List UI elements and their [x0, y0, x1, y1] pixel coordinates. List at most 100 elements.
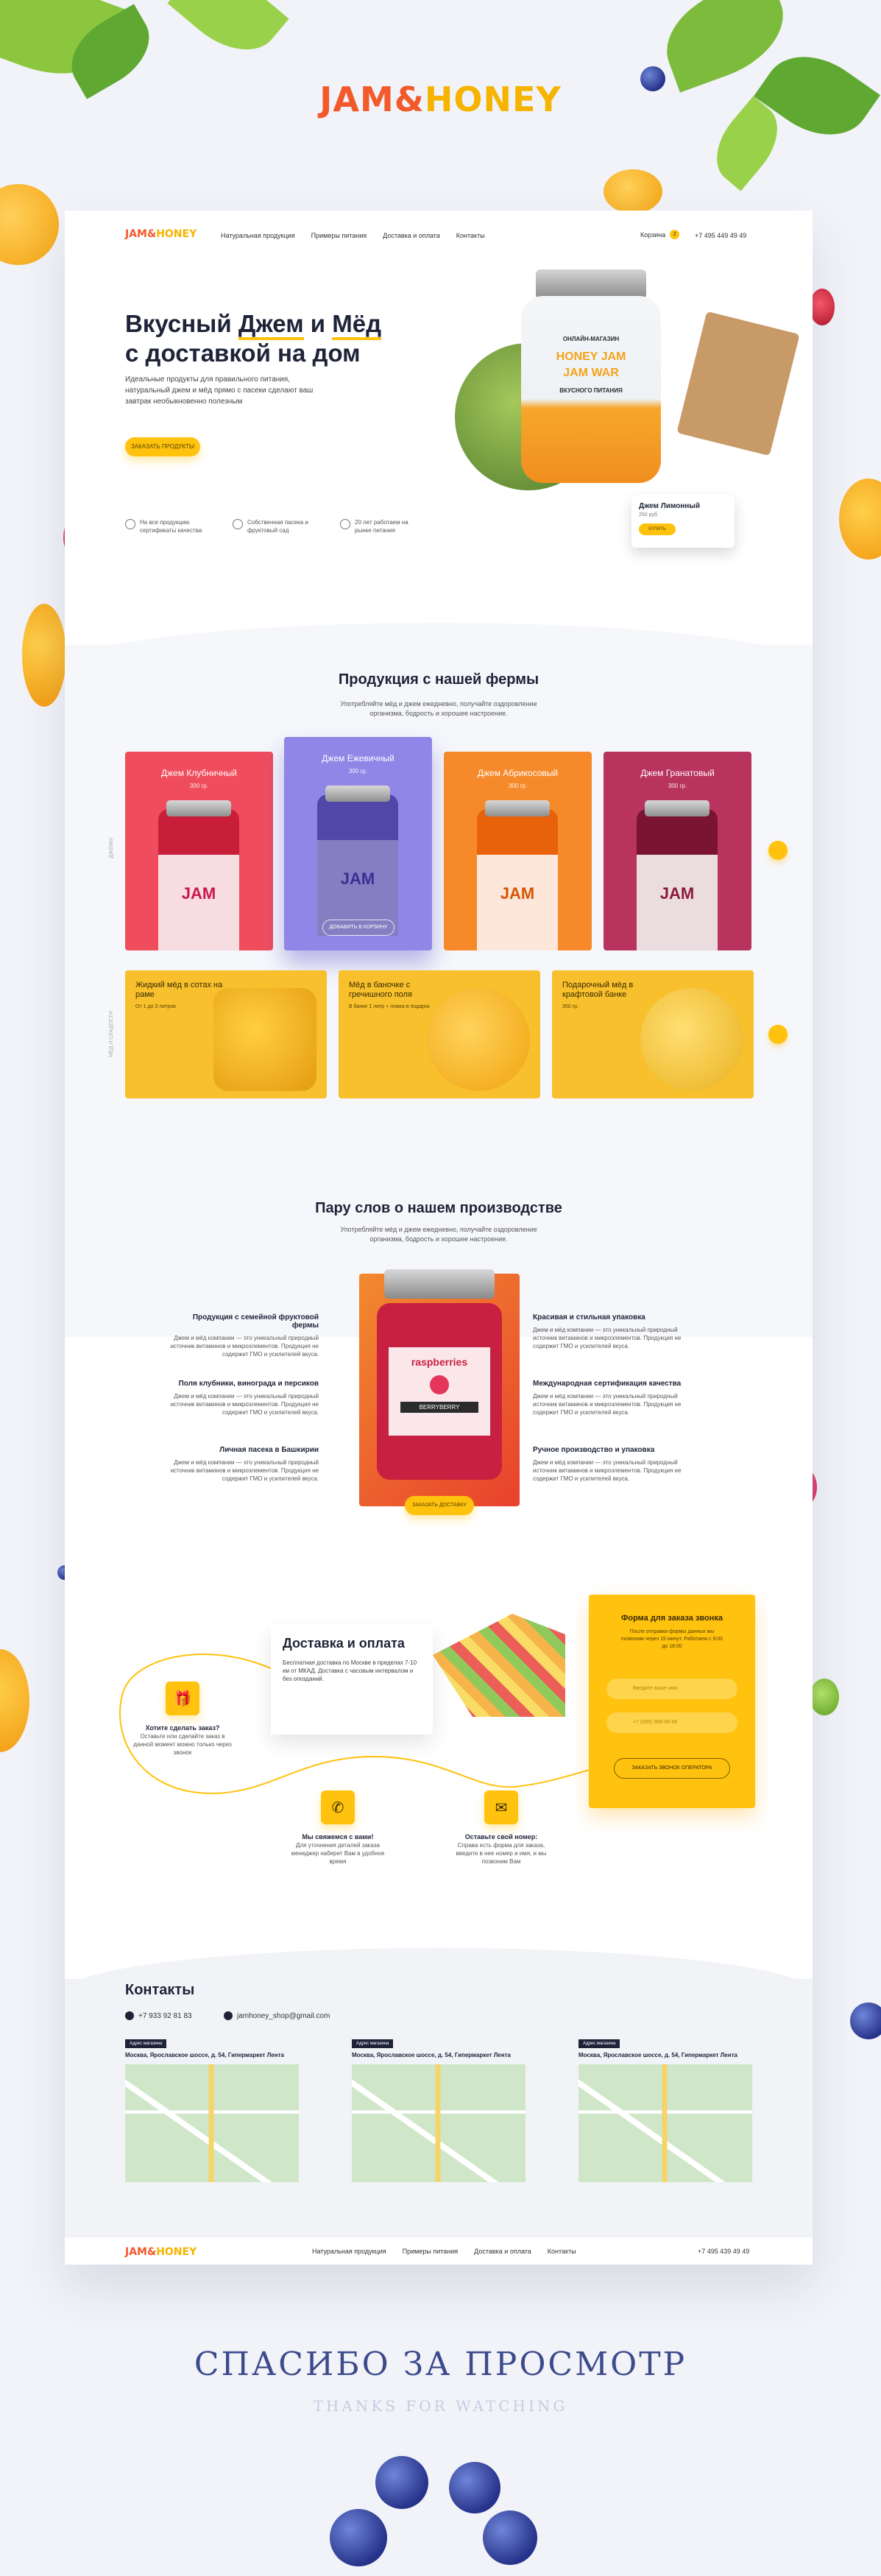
delivery-info-box: Доставка и оплата Бесплатная доставка по… — [271, 1624, 433, 1735]
footer: JAM&HONEY Натуральная продукция Примеры … — [65, 2237, 813, 2265]
honey-card[interactable]: Мёд в баночке с гречишного поля В банке … — [339, 970, 540, 1098]
production-feature: Ручное производство и упаковка Джем и мё… — [533, 1446, 682, 1482]
store-map[interactable] — [579, 2064, 752, 2182]
email-icon — [224, 2011, 233, 2020]
cart-button[interactable]: Корзина 2 — [640, 230, 680, 239]
thanks-subtitle: THANKS FOR WATCHING — [313, 2397, 568, 2415]
blueberry-decoration — [850, 2002, 881, 2039]
store-map[interactable] — [125, 2064, 299, 2182]
footer-link-products[interactable]: Натуральная продукция — [312, 2248, 386, 2255]
name-input[interactable]: Введите ваше имя — [606, 1679, 737, 1699]
orange-decoration — [0, 1649, 29, 1752]
production-feature: Личная пасека в Башкирии Джем и мёд комп… — [170, 1446, 319, 1482]
request-call-button[interactable]: ЗАКАЗАТЬ ЗВОНОК ОПЕРАТОРА — [614, 1758, 730, 1779]
footer-link-examples[interactable]: Примеры питания — [403, 2248, 458, 2255]
hero-title: Вкусный Джем и Мёд с доставкой на дом — [125, 310, 382, 367]
footer-logo[interactable]: JAM&HONEY — [125, 2246, 197, 2258]
clock-icon — [340, 519, 350, 529]
production-feature: Продукция с семейной фруктовой фермы Дже… — [170, 1313, 319, 1358]
cart-label: Корзина — [640, 230, 666, 239]
certificate-icon — [125, 519, 135, 529]
nav-link-products[interactable]: Натуральная продукция — [221, 232, 295, 239]
callback-form: Форма для заказа звонка После отправки ф… — [589, 1595, 755, 1808]
production-feature: Красивая и стильная упаковка Джем и мёд … — [533, 1313, 682, 1349]
store-map[interactable] — [352, 2064, 526, 2182]
order-products-button[interactable]: ЗАКАЗАТЬ ПРОДУКТЫ — [125, 437, 200, 456]
production-title: Пару слов о нашем производстве — [315, 1200, 562, 1216]
blueberry-decoration — [375, 2456, 428, 2509]
hero-feature: 20 лет работаем на рынке питания — [340, 518, 425, 534]
thanks-title: СПАСИБО ЗА ПРОСМОТР — [194, 2346, 687, 2383]
next-arrow-button[interactable] — [768, 841, 788, 860]
production-subtitle: Употребляйте мёд и джем ежедневно, получ… — [340, 1226, 537, 1243]
mango-decoration — [0, 184, 59, 265]
blueberry-decoration — [330, 2509, 387, 2566]
strawberry-decoration — [810, 289, 835, 325]
delivery-step: Мы свяжемся с вами! Для уточнения детале… — [291, 1833, 385, 1865]
nav-link-delivery[interactable]: Доставка и оплата — [383, 232, 440, 239]
brand-logo[interactable]: JAM&HONEY — [0, 80, 881, 119]
price-card-title: Джем Лимонный — [639, 502, 700, 510]
phone-input[interactable]: +7 (999) 999-99-99 — [606, 1712, 737, 1733]
gift-icon: 🎁 — [166, 1682, 199, 1715]
nav-link-examples[interactable]: Примеры питания — [311, 232, 367, 239]
footer-links: Натуральная продукция Примеры питания До… — [312, 2248, 576, 2255]
blueberry-decoration — [483, 2510, 537, 2565]
hero-description: Идеальные продукты для правильного питан… — [125, 375, 314, 406]
leaf-decoration — [167, 0, 289, 70]
production-feature: Поля клубники, винограда и персиков Джем… — [170, 1380, 319, 1416]
next-arrow-button[interactable] — [768, 1025, 788, 1044]
product-card-hover[interactable]: Джем Ежевичный 300 гр. JAM ДОБАВИТЬ В КО… — [284, 737, 432, 950]
production-feature: Международная сертификация качества Джем… — [533, 1380, 682, 1416]
logo-part-jam: JAM& — [319, 80, 425, 119]
product-card[interactable]: Джем Гранатовый 300 гр. JAM — [604, 752, 751, 950]
orange-decoration — [839, 479, 881, 560]
nav-link-contacts[interactable]: Контакты — [456, 232, 485, 239]
craft-bag-image — [676, 311, 800, 456]
section-wave — [65, 1553, 813, 1598]
raspberry-jar-image: raspberries BERRYBERRY — [359, 1269, 520, 1506]
featured-price-card: Джем Лимонный 250 руб. КУПИТЬ — [631, 495, 735, 548]
phone-icon — [125, 2011, 134, 2020]
contact-phone[interactable]: +7 933 92 81 83 — [125, 2011, 192, 2020]
honey-card[interactable]: Жидкий мёд в сотах на раме От 1 до 3 лит… — [125, 970, 327, 1098]
footer-link-delivery[interactable]: Доставка и оплата — [474, 2248, 531, 2255]
product-card[interactable]: Джем Клубничный 300 гр. JAM — [125, 752, 273, 950]
header-logo[interactable]: JAM&HONEY — [125, 228, 197, 240]
honey-card[interactable]: Подарочный мёд в крафтовой банке 350 гр. — [552, 970, 754, 1098]
lime-decoration — [810, 1679, 839, 1715]
logo-part-honey: HONEY — [424, 80, 562, 119]
store-address: Адрес магазина Москва, Ярославское шоссе… — [125, 2035, 299, 2182]
delivery-step: Оставьте свой номер: Справа есть форма д… — [456, 1833, 547, 1865]
footer-phone[interactable]: +7 495 439 49 49 — [698, 2248, 749, 2255]
footer-link-contacts[interactable]: Контакты — [548, 2248, 576, 2255]
landing-page-card: JAM&HONEY Натуральная продукция Примеры … — [65, 211, 813, 2265]
header-phone[interactable]: +7 495 449 49 49 — [695, 232, 746, 239]
hero-jar-image: ОНЛАЙН-МАГАЗИН HONEY JAM JAM WAR ВКУСНОГ… — [521, 269, 661, 483]
store-address: Адрес магазина Москва, Ярославское шоссе… — [352, 2035, 526, 2182]
nav-links: Натуральная продукция Примеры питания До… — [221, 232, 485, 239]
delivery-step: Хотите сделать заказ? Оставьте или сдела… — [133, 1724, 232, 1756]
honey-jar-image — [427, 988, 530, 1091]
chat-icon: ✉ — [484, 1790, 518, 1824]
gift-honey-jar-image — [640, 988, 743, 1091]
blueberry-decoration — [449, 2462, 500, 2513]
contacts-title: Контакты — [125, 1982, 195, 1998]
cart-count-badge: 2 — [670, 230, 680, 239]
add-to-cart-button[interactable]: ДОБАВИТЬ В КОРЗИНУ — [322, 920, 394, 936]
buy-button[interactable]: КУПИТЬ — [639, 523, 676, 535]
honey-side-label: МЁД И СЛАДОСТИ — [109, 1011, 114, 1057]
tractor-icon — [233, 519, 243, 529]
store-address: Адрес магазина Москва, Ярославское шоссе… — [579, 2035, 752, 2182]
product-card[interactable]: Джем Абрикосовый 300 гр. JAM — [444, 752, 592, 950]
honeycomb-image — [213, 988, 316, 1091]
jams-side-label: ДЖЕМЫ — [109, 838, 114, 858]
price-card-price: 250 руб. — [639, 512, 659, 518]
mango-decoration — [604, 169, 662, 214]
order-delivery-button[interactable]: ЗАКАЗАТЬ ДОСТАВКУ — [405, 1496, 474, 1515]
contact-email[interactable]: jamhoney_shop@gmail.com — [224, 2011, 330, 2020]
phone-call-icon: ✆ — [321, 1790, 355, 1824]
hero-feature: Собственная пасека и фруктовый сад — [233, 518, 318, 534]
products-subtitle: Употребляйте мёд и джем ежедневно, получ… — [340, 700, 537, 717]
top-navigation: JAM&HONEY Натуральная продукция Примеры … — [65, 211, 813, 259]
